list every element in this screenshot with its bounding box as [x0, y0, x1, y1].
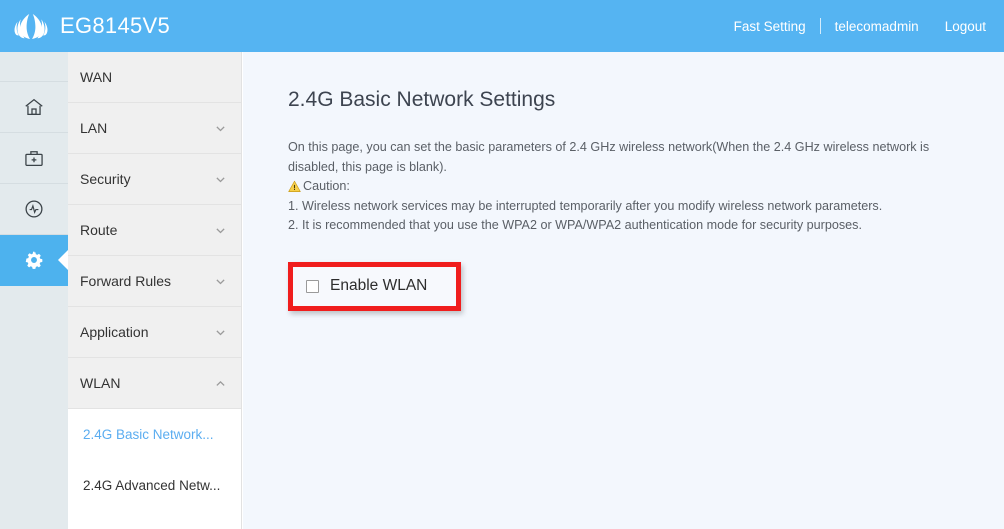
sidebar-item-label: Application [80, 324, 149, 340]
caution-item-2: 2. It is recommended that you use the WP… [288, 218, 862, 233]
sidebar-item-security[interactable]: Security [68, 154, 241, 205]
sidebar-item-forward-rules[interactable]: Forward Rules [68, 256, 241, 307]
chevron-down-icon [214, 326, 227, 339]
sidebar-item-label: Security [80, 171, 131, 187]
icon-rail [0, 52, 68, 529]
sidebar-item-wlan[interactable]: WLAN [68, 358, 241, 409]
home-icon [23, 96, 45, 118]
main-content: 2.4G Basic Network Settings On this page… [243, 52, 1004, 529]
logout-link[interactable]: Logout [945, 19, 986, 34]
sidebar-item-application[interactable]: Application [68, 307, 241, 358]
enable-wlan-checkbox[interactable] [306, 279, 319, 293]
description-line-2: disabled, this page is blank). [288, 159, 447, 174]
header-divider [819, 18, 821, 34]
sidebar-item-label: WAN [80, 69, 113, 85]
header-actions: Fast Setting telecomadmin Logout [734, 18, 1004, 34]
sidebar-item-wan[interactable]: WAN [68, 52, 241, 103]
caution-label: Caution: [303, 179, 350, 194]
enable-wlan-highlight: Enable WLAN [288, 261, 461, 311]
rail-item-toolbox[interactable] [0, 133, 68, 184]
app-header: EG8145V5 Fast Setting telecomadmin Logou… [0, 0, 1004, 52]
sidebar-item-lan[interactable]: LAN [68, 103, 241, 154]
toolbox-icon [23, 147, 45, 169]
sidebar-item-label: Route [80, 222, 118, 238]
sidebar-item-label: Forward Rules [80, 273, 172, 289]
chevron-down-icon [214, 275, 227, 288]
gear-icon [22, 248, 46, 272]
rail-item-diagnostics[interactable] [0, 184, 68, 235]
warning-triangle-icon [288, 180, 301, 193]
description-line-1: On this page, you can set the basic para… [288, 140, 930, 154]
username-label[interactable]: telecomadmin [835, 19, 919, 34]
brand: EG8145V5 [0, 11, 170, 41]
chevron-down-icon [214, 173, 227, 186]
chevron-down-icon [214, 122, 227, 135]
page-description: On this page, you can set the basic para… [288, 138, 953, 236]
sidebar-item-label: LAN [80, 120, 108, 136]
sidebar-item-label: WLAN [80, 375, 121, 391]
huawei-logo-icon [10, 11, 52, 41]
rail-item-home[interactable] [0, 82, 68, 133]
enable-wlan-label[interactable]: Enable WLAN [330, 277, 427, 295]
brand-title: EG8145V5 [60, 13, 171, 38]
sidebar-item-24g-basic-network[interactable]: 2.4G Basic Network... [68, 409, 241, 460]
rail-item-settings[interactable] [0, 235, 68, 286]
chevron-up-icon [214, 377, 227, 390]
caution-heading: Caution: [288, 177, 953, 197]
chevron-down-icon [214, 224, 227, 237]
sidebar-menu: WAN LAN Security Route Forward Rules App… [68, 52, 242, 529]
caution-item-1: 1. Wireless network services may be inte… [288, 198, 883, 213]
rail-spacer [0, 52, 68, 82]
fast-setting-link[interactable]: Fast Setting [734, 19, 806, 34]
sidebar-item-24g-advanced-network[interactable]: 2.4G Advanced Netw... [68, 460, 241, 511]
sidebar-item-route[interactable]: Route [68, 205, 241, 256]
diagnostics-pulse-icon [23, 198, 45, 220]
router-admin-page: EG8145V5 Fast Setting telecomadmin Logou… [0, 0, 1004, 529]
page-title: 2.4G Basic Network Settings [288, 88, 556, 111]
sidebar-submenu-wlan: 2.4G Basic Network... 2.4G Advanced Netw… [68, 409, 241, 511]
